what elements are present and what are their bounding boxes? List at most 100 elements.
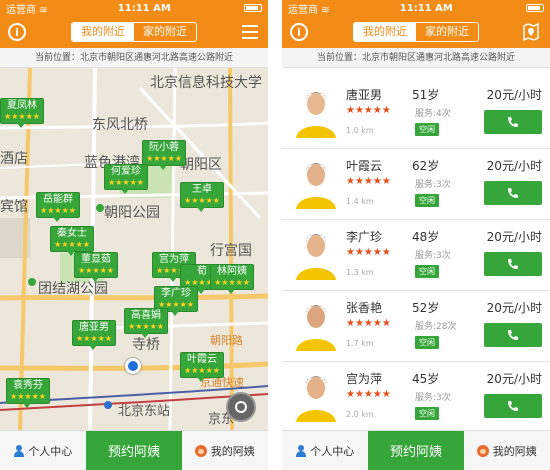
- clock: 11:11 AM: [399, 2, 453, 14]
- tab-personal-center[interactable]: 个人中心: [0, 431, 86, 470]
- bottom-tab-bar: 个人中心 预约阿姨 我的阿姨: [0, 430, 268, 470]
- map-label: 北京信息科技大学: [150, 75, 262, 91]
- wifi-icon: ≋: [39, 4, 48, 16]
- service-count: 服务:28次: [415, 322, 457, 332]
- location-segment: 我的附近 家的附近: [71, 22, 197, 42]
- rating-stars: ★★★★★: [346, 247, 391, 258]
- tab-personal-center[interactable]: 个人中心: [282, 431, 368, 470]
- tab-near-me[interactable]: 我的附近: [72, 23, 134, 41]
- map-label: 东风北桥: [92, 117, 148, 133]
- hourly-price: 20元/小时: [486, 88, 542, 102]
- list-item[interactable]: 唐亚男 51岁 ★★★★★ 服务:4次 1.0 km 空闲 20元/小时: [282, 78, 550, 149]
- map-label: 北京东站: [118, 404, 171, 419]
- map-label: 朝阳公园: [104, 205, 160, 221]
- info-icon: i: [297, 25, 301, 39]
- current-location-bar: 当前位置：北京市朝阳区通惠河北路高速公路附近: [282, 48, 550, 68]
- tab-label: 我的阿姨: [492, 444, 537, 458]
- tab-near-home[interactable]: 家的附近: [134, 23, 196, 41]
- tab-label: 我的阿姨: [210, 444, 255, 458]
- auntie-avatar: [292, 157, 340, 209]
- map-view-button[interactable]: [522, 22, 540, 42]
- call-button[interactable]: [484, 252, 542, 276]
- rating-stars: ★★★★★: [346, 176, 391, 187]
- auntie-age: 45岁: [412, 372, 440, 386]
- phone-icon: [508, 117, 518, 127]
- list-item[interactable]: 宫为萍 45岁 ★★★★★ 服务:3次 2.0 km 空闲 20元/小时: [282, 362, 550, 430]
- rating-stars: ★★★★★: [346, 318, 391, 329]
- info-icon: i: [15, 25, 19, 39]
- auntie-marker[interactable]: 唐亚男 ★★★★★: [72, 320, 116, 350]
- tab-near-me[interactable]: 我的附近: [354, 23, 416, 41]
- auntie-icon: [476, 444, 489, 457]
- distance: 1.0 km: [346, 126, 374, 135]
- hourly-price: 20元/小时: [486, 301, 542, 315]
- list-item[interactable]: 叶霞云 62岁 ★★★★★ 服务:3次 1.4 km 空闲 20元/小时: [282, 149, 550, 220]
- tab-near-home[interactable]: 家的附近: [416, 23, 478, 41]
- tab-my-auntie[interactable]: 我的阿姨: [182, 431, 268, 470]
- phone-icon: [508, 401, 518, 411]
- map-label: 朝阳路: [210, 334, 243, 347]
- tab-my-auntie[interactable]: 我的阿姨: [464, 431, 550, 470]
- auntie-avatar: [292, 370, 340, 422]
- tab-book-auntie[interactable]: 预约阿姨: [86, 431, 182, 470]
- call-button[interactable]: [484, 323, 542, 347]
- rating-stars: ★★★★★: [346, 105, 391, 116]
- tab-label: 预约阿姨: [107, 445, 160, 460]
- auntie-marker[interactable]: 何爱珍 ★★★★★: [104, 164, 148, 194]
- status-badge: 空闲: [415, 336, 439, 349]
- wifi-icon: ≋: [321, 4, 330, 16]
- tab-label: 个人中心: [28, 444, 73, 458]
- carrier-label: 运营商: [6, 4, 36, 16]
- hourly-price: 20元/小时: [486, 230, 542, 244]
- call-button[interactable]: [484, 110, 542, 134]
- map-view[interactable]: 北京信息科技大学 东风北桥 酒店 蓝色港湾 朝阳区 宾馆 朝阳公园 团结湖公园 …: [0, 68, 268, 430]
- call-button[interactable]: [484, 394, 542, 418]
- auntie-marker[interactable]: 叶霞云 ★★★★★: [180, 352, 224, 382]
- list-item[interactable]: 李广珍 48岁 ★★★★★ 服务:3次 1.3 km 空闲 20元/小时: [282, 220, 550, 291]
- person-icon: [14, 444, 25, 457]
- auntie-list: 唐亚男 51岁 ★★★★★ 服务:4次 1.0 km 空闲 20元/小时 叶霞云…: [282, 78, 550, 430]
- status-badge: 空闲: [415, 123, 439, 136]
- list-item[interactable]: 张香艳 52岁 ★★★★★ 服务:28次 1.7 km 空闲 20元/小时: [282, 291, 550, 362]
- locate-me-button[interactable]: [226, 392, 256, 422]
- list-view-button[interactable]: [242, 25, 258, 39]
- tab-book-auntie[interactable]: 预约阿姨: [368, 431, 464, 470]
- list-screen: 运营商 ≋ 11:11 AM i 我的附近 家的附近 当前位置：北京市朝阳区通惠…: [282, 0, 550, 470]
- auntie-marker[interactable]: 袁秀芬 ★★★★★: [6, 378, 50, 408]
- auntie-icon: [194, 444, 207, 457]
- auntie-avatar: [292, 299, 340, 351]
- status-badge: 空闲: [415, 194, 439, 207]
- info-button[interactable]: i: [290, 23, 308, 41]
- auntie-name: 张香艳: [346, 301, 383, 315]
- auntie-marker[interactable]: 秦女士 ★★★★★: [50, 226, 94, 256]
- distance: 2.0 km: [346, 410, 374, 419]
- status-badge: 空闲: [415, 265, 439, 278]
- person-icon: [296, 444, 307, 457]
- park-icon: [28, 278, 36, 286]
- auntie-marker[interactable]: 岳能群 ★★★★★: [36, 192, 80, 222]
- auntie-marker[interactable]: 高喜娟 ★★★★★: [124, 308, 168, 338]
- clock: 11:11 AM: [117, 2, 171, 14]
- auntie-marker[interactable]: 林阿姨 ★★★★★: [210, 264, 254, 294]
- tab-label: 预约阿姨: [389, 445, 442, 460]
- map-label: 宾馆: [0, 199, 28, 215]
- map-label: 行宫国: [210, 243, 252, 259]
- current-location-bar: 当前位置：北京市朝阳区通惠河北路高速公路附近: [0, 48, 268, 68]
- carrier-label: 运营商: [288, 4, 318, 16]
- map-label: 酒店: [0, 151, 28, 167]
- service-count: 服务:4次: [415, 109, 451, 119]
- auntie-age: 62岁: [412, 159, 440, 173]
- auntie-marker[interactable]: 董显茹 ★★★★★: [74, 252, 118, 282]
- current-location-dot: [125, 358, 141, 374]
- distance: 1.4 km: [346, 197, 374, 206]
- hourly-price: 20元/小时: [486, 372, 542, 386]
- info-button[interactable]: i: [8, 23, 26, 41]
- auntie-marker[interactable]: 王卓 ★★★★★: [180, 182, 224, 212]
- call-button[interactable]: [484, 181, 542, 205]
- hourly-price: 20元/小时: [486, 159, 542, 173]
- battery-icon: [523, 3, 544, 14]
- map-label: 朝阳区: [180, 157, 222, 173]
- auntie-avatar: [292, 86, 340, 138]
- auntie-marker[interactable]: 阮小蓉 ★★★★★: [142, 140, 186, 170]
- auntie-marker[interactable]: 夏凤林 ★★★★★: [0, 98, 44, 128]
